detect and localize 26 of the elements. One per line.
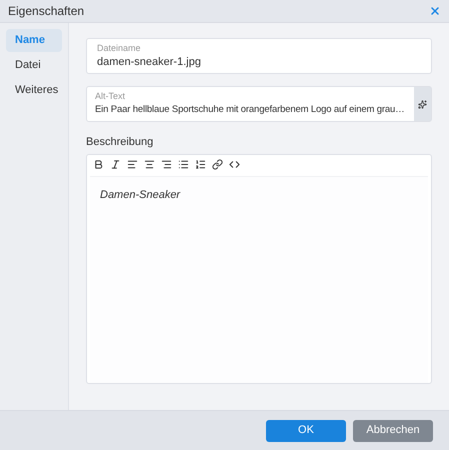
ok-button[interactable]: OK (266, 420, 346, 442)
italic-icon[interactable] (110, 159, 121, 170)
rich-text-editor[interactable]: Damen-Sneaker (86, 154, 432, 384)
close-icon[interactable] (429, 5, 441, 17)
ai-button[interactable] (414, 87, 431, 121)
code-icon[interactable] (229, 159, 240, 170)
sidebar-item[interactable]: Datei (6, 54, 62, 77)
align-left-icon[interactable] (127, 159, 138, 170)
align-right-icon[interactable] (161, 159, 172, 170)
sparkle-icon (418, 100, 427, 108)
link-icon[interactable] (212, 159, 223, 170)
field-label: Dateiname (97, 42, 142, 54)
bold-icon[interactable] (93, 159, 104, 170)
text-field[interactable]: Alt-Text Ein Paar hellblaue Sportschuhe mit orangefarbenem Logo auf einem grau… (86, 86, 432, 122)
sidebar-item[interactable]: Weiteres (6, 79, 62, 102)
description-label: Beschreibung (86, 135, 154, 150)
bullet-list-icon[interactable] (178, 159, 189, 170)
window-title: Eigenschaften (8, 3, 84, 20)
description-text: Damen-Sneaker (100, 188, 180, 200)
field-label: Alt-Text (95, 90, 126, 102)
numbered-list-icon[interactable] (195, 159, 206, 170)
field-value: Ein Paar hellblaue Sportschuhe mit orangefarbenem Logo auf einem grau… (95, 103, 406, 117)
align-center-icon[interactable] (144, 159, 155, 170)
field-value: damen-sneaker-1.jpg (97, 55, 202, 70)
text-field[interactable]: Dateiname damen-sneaker-1.jpg (86, 38, 432, 74)
cancel-button[interactable]: Abbrechen (353, 420, 433, 442)
